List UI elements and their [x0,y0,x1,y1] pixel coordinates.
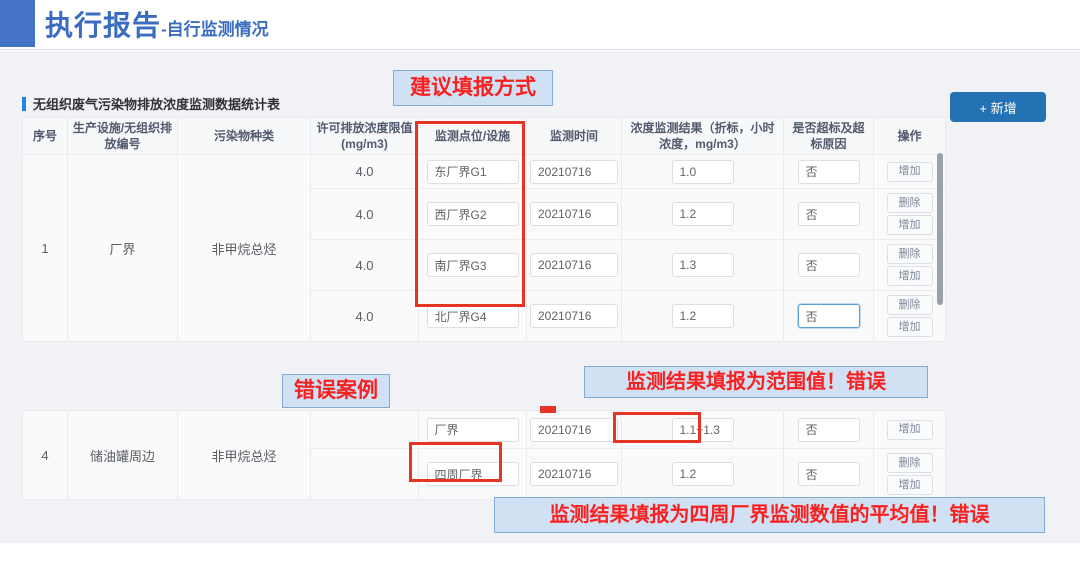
col-header-no: 序号 [23,118,68,155]
result-input[interactable] [672,253,734,277]
title-bar: 执行报告 -自行监测情况 [0,0,1080,50]
annotation-red-mark [540,406,556,413]
point-input[interactable] [427,304,519,328]
cell-limit: 4.0 [311,240,419,291]
cell-facility: 厂界 [68,155,178,342]
cell-pollutant: 非甲烷总烃 [178,411,311,500]
time-input[interactable] [530,160,618,184]
col-header-pollutant: 污染物种类 [178,118,311,155]
page-title-sub: -自行监测情况 [161,15,269,40]
exceed-input[interactable] [798,418,860,442]
page-title: 执行报告 -自行监测情况 [45,4,269,44]
delete-row-button[interactable]: 删除 [887,295,933,315]
add-row-button[interactable]: 增加 [887,162,933,182]
exceed-input[interactable] [798,160,860,184]
annotation-frame-surrounding-point [409,442,502,482]
time-input[interactable] [530,462,618,486]
time-input[interactable] [530,253,618,277]
add-row-button[interactable]: 增加 [887,475,933,495]
table-scrollbar[interactable] [937,153,943,305]
exceed-input[interactable] [798,202,860,226]
title-accent-block [0,0,35,47]
delete-row-button[interactable]: 删除 [887,453,933,473]
exceed-input[interactable] [798,462,860,486]
result-input[interactable] [672,202,734,226]
cell-limit: 4.0 [311,189,419,240]
cell-facility: 储油罐周边 [68,411,178,500]
delete-row-button[interactable]: 删除 [887,244,933,264]
result-input[interactable] [672,462,734,486]
cell-limit: 4.0 [311,291,419,342]
table-title: 无组织废气污染物排放浓度监测数据统计表 [33,94,280,113]
delete-row-button[interactable]: 删除 [887,193,933,213]
time-input[interactable] [530,304,618,328]
section-accent-bar [22,97,26,111]
exceed-input[interactable] [798,253,860,277]
col-header-time: 监测时间 [527,118,622,155]
exceed-input[interactable] [798,304,860,328]
callout-suggested-method: 建议填报方式 [393,70,553,106]
annotation-frame-point-column [415,121,525,307]
add-row-button[interactable]: 增加 [887,215,933,235]
table-section-title: 无组织废气污染物排放浓度监测数据统计表 [22,94,280,113]
col-header-facility: 生产设施/无组织排放编号 [68,118,178,155]
time-input[interactable] [530,418,618,442]
annotation-frame-range-result [613,412,701,443]
page-title-main: 执行报告 [45,4,161,44]
col-header-result: 浓度监测结果（折标，小时浓度，mg/m3） [622,118,784,155]
cell-no: 4 [23,411,68,500]
add-row-button[interactable]: 增加 [887,420,933,440]
time-input[interactable] [530,202,618,226]
callout-error-case: 错误案例 [282,374,390,408]
result-input[interactable] [672,160,734,184]
result-input[interactable] [672,304,734,328]
cell-limit-empty [311,449,419,500]
cell-limit-empty [311,411,419,449]
add-row-button[interactable]: 增加 [887,317,933,337]
callout-range-error: 监测结果填报为范围值！错误 [584,366,928,398]
add-row-button[interactable]: 增加 [887,266,933,286]
add-new-button[interactable]: + 新增 [950,92,1046,122]
cell-limit: 4.0 [311,155,419,189]
point-input[interactable] [427,418,519,442]
col-header-exceed: 是否超标及超标原因 [784,118,874,155]
cell-pollutant: 非甲烷总烃 [178,155,311,342]
col-header-limit: 许可排放浓度限值 (mg/m3) [311,118,419,155]
col-header-operation: 操作 [874,118,946,155]
callout-average-error: 监测结果填报为四周厂界监测数值的平均值！错误 [494,497,1045,533]
cell-no: 1 [23,155,68,342]
